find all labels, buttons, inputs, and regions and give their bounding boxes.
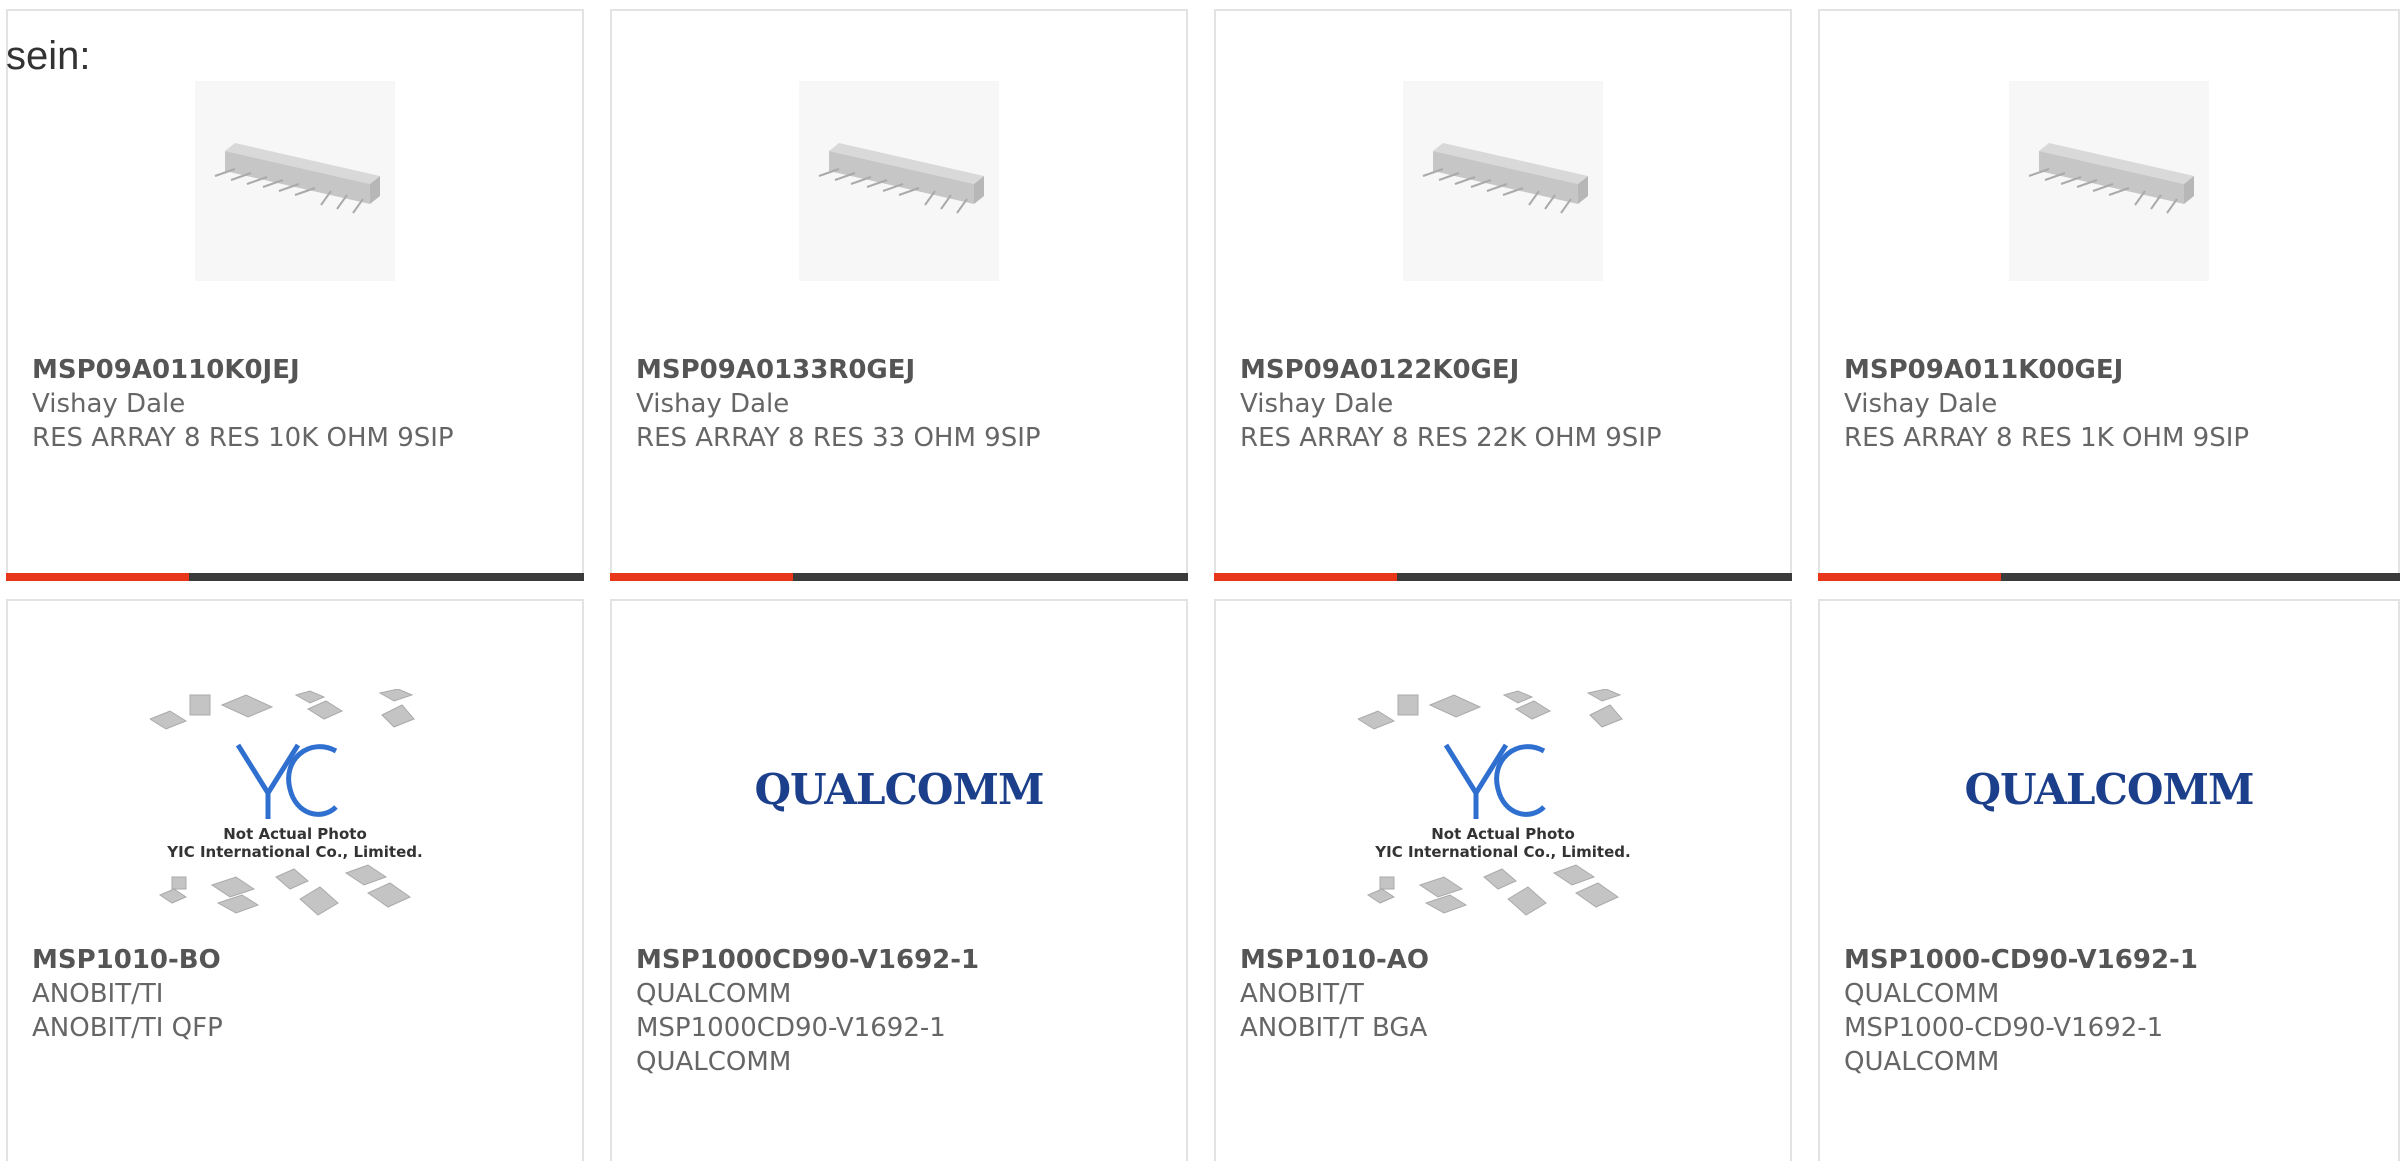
product-image[interactable] [1216, 71, 1790, 291]
manufacturer: Vishay Dale [1240, 389, 1394, 419]
product-info: MSP09A0122K0GEJ Vishay Dale RES ARRAY 8 … [1240, 353, 1772, 455]
product-info: MSP09A0133R0GEJ Vishay Dale RES ARRAY 8 … [636, 353, 1168, 455]
resistor-array-photo [799, 81, 999, 281]
photo-caption: Not Actual Photo [223, 825, 367, 843]
description: RES ARRAY 8 RES 1K OHM 9SIP [1844, 423, 2250, 453]
resistor-array-photo [2009, 81, 2209, 281]
product-image[interactable] [612, 71, 1186, 291]
manufacturer: Vishay Dale [636, 389, 790, 419]
description: QUALCOMM [636, 1047, 792, 1077]
resistor-array-photo [195, 81, 395, 281]
qualcomm-logo: QUALCOMM [1964, 764, 2254, 814]
part-number-link[interactable]: MSP09A0133R0GEJ [636, 353, 1168, 387]
description: ANOBIT/T BGA [1240, 1013, 1428, 1043]
product-image[interactable]: QUALCOMM [612, 689, 1186, 889]
description: QUALCOMM [1844, 1047, 2000, 1077]
page: sein: MSP09A0110K0JEJ Vishay Dale RES AR… [0, 0, 2400, 1161]
yic-not-actual-photo: Not Actual Photo YIC International Co., … [150, 689, 423, 916]
card-footer-bar [1214, 573, 1792, 581]
description: ANOBIT/TI QFP [32, 1013, 223, 1043]
card-footer-bar [6, 573, 584, 581]
part-number-link[interactable]: MSP09A0110K0JEJ [32, 353, 564, 387]
product-info: MSP1000-CD90-V1692-1 QUALCOMM MSP1000-CD… [1844, 943, 2380, 1079]
part-number-link[interactable]: MSP09A0122K0GEJ [1240, 353, 1772, 387]
part-number-link[interactable]: MSP1010-AO [1240, 943, 1772, 977]
product-image[interactable] [8, 71, 582, 291]
product-card[interactable]: MSP09A0110K0JEJ Vishay Dale RES ARRAY 8 … [6, 9, 584, 581]
description: MSP1000CD90-V1692-1 [636, 1013, 946, 1043]
intro-text: sein: [6, 34, 91, 78]
description: MSP1000-CD90-V1692-1 [1844, 1013, 2164, 1043]
part-number-link[interactable]: MSP1010-BO [32, 943, 564, 977]
product-image[interactable]: QUALCOMM [1820, 689, 2398, 889]
product-info: MSP1000CD90-V1692-1 QUALCOMM MSP1000CD90… [636, 943, 1168, 1079]
photo-caption: YIC International Co., Limited. [166, 843, 422, 861]
product-info: MSP1010-BO ANOBIT/TI ANOBIT/TI QFP [32, 943, 564, 1045]
card-footer-accent [1818, 573, 2001, 581]
product-image[interactable]: Not Actual Photo YIC International Co., … [1216, 689, 1790, 939]
manufacturer: ANOBIT/T [1240, 979, 1364, 1009]
product-info: MSP09A0110K0JEJ Vishay Dale RES ARRAY 8 … [32, 353, 564, 455]
qualcomm-logo: QUALCOMM [754, 764, 1044, 814]
card-footer-bar [610, 573, 1188, 581]
manufacturer: Vishay Dale [1844, 389, 1998, 419]
card-footer-accent [1214, 573, 1397, 581]
product-card[interactable]: Not Actual Photo YIC International Co., … [1214, 599, 1792, 1161]
manufacturer: ANOBIT/TI [32, 979, 164, 1009]
product-card[interactable]: QUALCOMM MSP1000-CD90-V1692-1 QUALCOMM M… [1818, 599, 2400, 1161]
resistor-array-photo [1403, 81, 1603, 281]
description: RES ARRAY 8 RES 33 OHM 9SIP [636, 423, 1041, 453]
product-card[interactable]: MSP09A011K00GEJ Vishay Dale RES ARRAY 8 … [1818, 9, 2400, 581]
product-card[interactable]: MSP09A0133R0GEJ Vishay Dale RES ARRAY 8 … [610, 9, 1188, 581]
description: RES ARRAY 8 RES 22K OHM 9SIP [1240, 423, 1662, 453]
product-image[interactable] [1820, 71, 2398, 291]
manufacturer: QUALCOMM [1844, 979, 2000, 1009]
description: RES ARRAY 8 RES 10K OHM 9SIP [32, 423, 454, 453]
product-card[interactable]: Not Actual Photo YIC International Co., … [6, 599, 584, 1161]
photo-caption: Not Actual Photo [1431, 825, 1575, 843]
product-card[interactable]: MSP09A0122K0GEJ Vishay Dale RES ARRAY 8 … [1214, 9, 1792, 581]
yic-not-actual-photo: Not Actual Photo YIC International Co., … [1358, 689, 1631, 916]
card-footer-accent [6, 573, 189, 581]
manufacturer: Vishay Dale [32, 389, 186, 419]
manufacturer: QUALCOMM [636, 979, 792, 1009]
product-card[interactable]: QUALCOMM MSP1000CD90-V1692-1 QUALCOMM MS… [610, 599, 1188, 1161]
part-number-link[interactable]: MSP09A011K00GEJ [1844, 353, 2380, 387]
card-footer-bar [1818, 573, 2400, 581]
card-footer-accent [610, 573, 793, 581]
photo-caption: YIC International Co., Limited. [1374, 843, 1630, 861]
part-number-link[interactable]: MSP1000-CD90-V1692-1 [1844, 943, 2380, 977]
product-info: MSP09A011K00GEJ Vishay Dale RES ARRAY 8 … [1844, 353, 2380, 455]
product-image[interactable]: Not Actual Photo YIC International Co., … [8, 689, 582, 939]
part-number-link[interactable]: MSP1000CD90-V1692-1 [636, 943, 1168, 977]
product-info: MSP1010-AO ANOBIT/T ANOBIT/T BGA [1240, 943, 1772, 1045]
